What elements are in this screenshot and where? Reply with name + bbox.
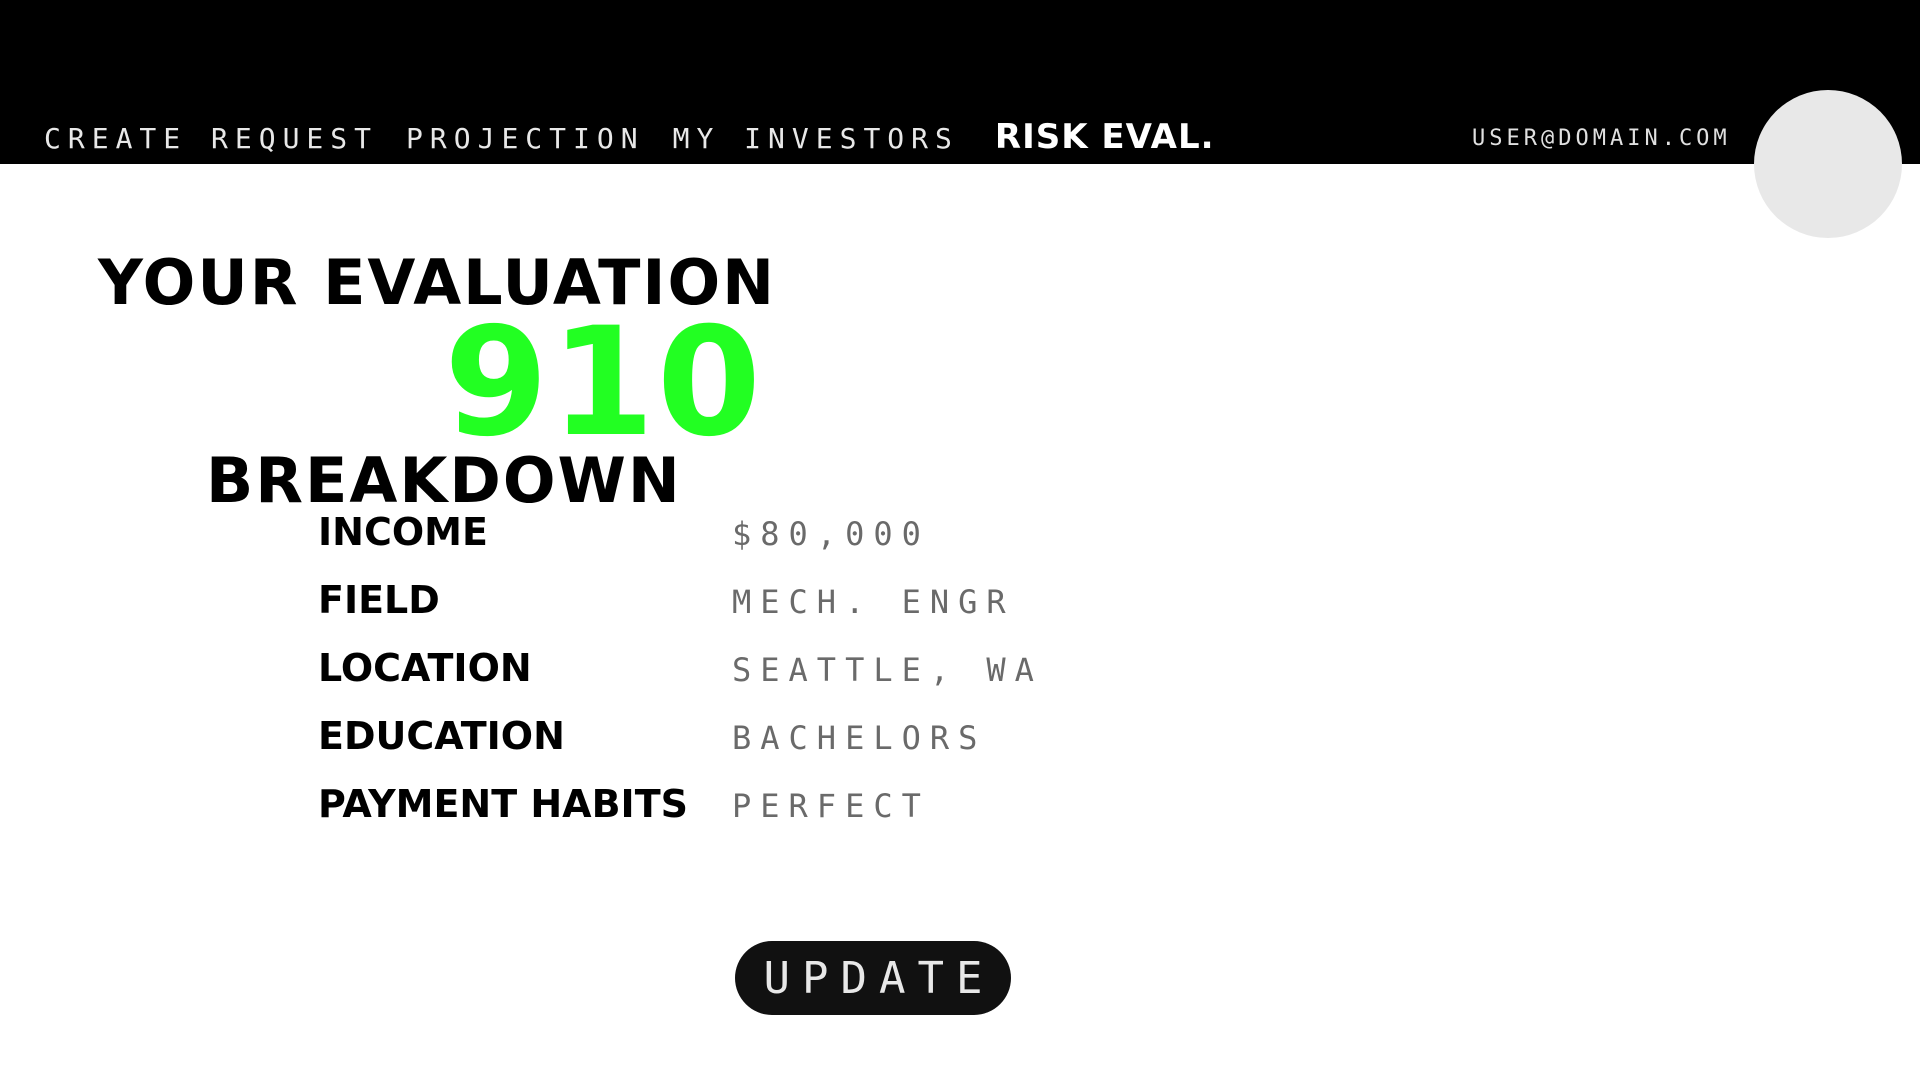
main-nav: CREATE REQUEST PROJECTION MY INVESTORS R… bbox=[44, 117, 1243, 157]
education-label: EDUCATION bbox=[318, 714, 565, 758]
nav-my-investors[interactable]: MY INVESTORS bbox=[673, 122, 959, 155]
breakdown-row-payment-habits: PAYMENT HABITS PERFECT bbox=[318, 782, 1043, 850]
nav-projection[interactable]: PROJECTION bbox=[406, 122, 645, 155]
field-value: MECH. ENGR bbox=[732, 583, 1015, 621]
nav-create-request[interactable]: CREATE REQUEST bbox=[44, 122, 378, 155]
location-value: SEATTLE, WA bbox=[732, 651, 1043, 689]
payment-habits-label: PAYMENT HABITS bbox=[318, 782, 688, 826]
breakdown-list: INCOME $80,000 FIELD MECH. ENGR LOCATION… bbox=[318, 510, 1043, 850]
education-value: BACHELORS bbox=[732, 719, 987, 757]
location-label: LOCATION bbox=[318, 646, 532, 690]
nav-risk-eval[interactable]: RISK EVAL. bbox=[995, 117, 1215, 157]
update-button[interactable]: UPDATE bbox=[735, 941, 1011, 1015]
avatar[interactable] bbox=[1754, 90, 1902, 238]
breakdown-row-location: LOCATION SEATTLE, WA bbox=[318, 646, 1043, 714]
breakdown-row-education: EDUCATION BACHELORS bbox=[318, 714, 1043, 782]
evaluation-score: 910 bbox=[444, 296, 764, 470]
payment-habits-value: PERFECT bbox=[732, 787, 930, 825]
breakdown-row-income: INCOME $80,000 bbox=[318, 510, 1043, 578]
breakdown-title: BREAKDOWN bbox=[206, 444, 682, 517]
income-label: INCOME bbox=[318, 510, 488, 554]
user-email[interactable]: USER@DOMAIN.COM bbox=[1472, 126, 1731, 151]
income-value: $80,000 bbox=[732, 515, 930, 553]
field-label: FIELD bbox=[318, 578, 440, 622]
top-nav-bar: CREATE REQUEST PROJECTION MY INVESTORS R… bbox=[0, 0, 1920, 164]
breakdown-row-field: FIELD MECH. ENGR bbox=[318, 578, 1043, 646]
